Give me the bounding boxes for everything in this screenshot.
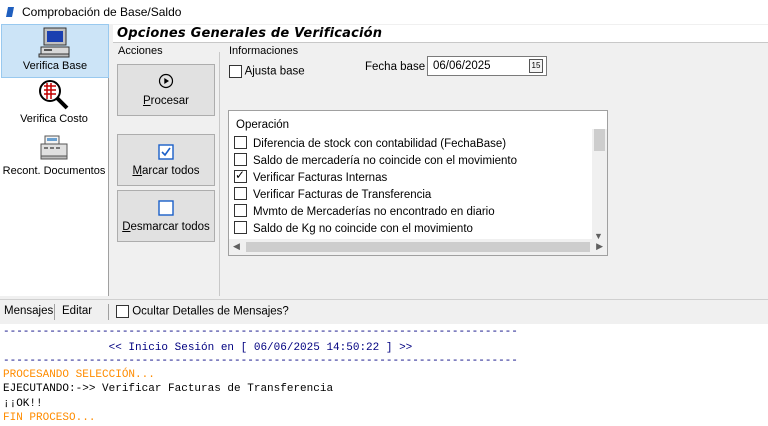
sidebar-item-recont-documentos[interactable]: Recont. Documentos: [1, 130, 107, 180]
console-line: ----------------------------------------…: [3, 355, 518, 367]
operacion-list[interactable]: Operación Diferencia de stock con contab…: [228, 110, 608, 256]
sidebar-item-verifica-costo[interactable]: Verifica Costo: [1, 78, 107, 128]
list-item[interactable]: Saldo de mercadería no coincide con el m…: [234, 153, 517, 167]
list-item[interactable]: Verificar Facturas de Transferencia: [234, 187, 431, 201]
vertical-scrollbar[interactable]: ▼: [592, 129, 607, 241]
fecha-base-value: 06/06/2025: [433, 60, 491, 72]
sidebar: Verifica Base Verifica Costo Recont. Doc…: [0, 24, 109, 296]
checkbox[interactable]: [234, 204, 247, 218]
ocultar-detalles-checkbox[interactable]: Ocultar Detalles de Mensajes?: [116, 305, 289, 318]
checkbox[interactable]: [234, 136, 247, 150]
list-item[interactable]: Verificar Facturas Internas: [234, 168, 387, 184]
chevron-left-icon[interactable]: ◀: [233, 241, 240, 252]
console-line: EJECUTANDO:->> Verificar Facturas de Tra…: [3, 383, 334, 395]
scroll-thumb[interactable]: [594, 129, 605, 151]
fecha-base-field[interactable]: 06/06/2025 15: [427, 56, 547, 76]
checkbox[interactable]: [234, 187, 247, 201]
sidebar-item-verifica-base[interactable]: Verifica Base: [1, 24, 109, 78]
ajusta-base-label: Ajusta base: [244, 65, 305, 78]
marcar-todos-button[interactable]: Marcar todos: [117, 134, 215, 186]
computer-icon: [38, 27, 70, 58]
sidebar-item-label: Recont. Documentos: [2, 165, 106, 177]
operacion-header: Operación: [236, 119, 290, 131]
console-line: PROCESANDO SELECCIÓN...: [3, 369, 155, 381]
console-line: ¡¡OK!!: [3, 398, 43, 410]
app-logo-icon: [6, 7, 14, 17]
divider: [54, 304, 55, 320]
checkbox[interactable]: [234, 221, 247, 235]
message-console: ----------------------------------------…: [0, 324, 768, 426]
checkbox-checked-icon: [158, 144, 174, 160]
section-title: Opciones Generales de Verificación: [117, 26, 383, 41]
window-title: Comprobación de Base/Saldo: [22, 5, 182, 19]
checkbox[interactable]: [229, 65, 242, 78]
desmarcar-todos-button[interactable]: Desmarcar todos: [117, 190, 215, 242]
section-header: Opciones Generales de Verificación: [113, 25, 768, 43]
magnifier-chart-icon: [39, 80, 69, 110]
calendar-icon[interactable]: 15: [529, 59, 543, 73]
sidebar-item-label: Verifica Base: [22, 60, 88, 72]
title-bar: Comprobación de Base/Saldo: [0, 0, 768, 24]
checkbox-empty-icon: [158, 200, 174, 216]
messages-toolbar: Mensajes Editar Ocultar Detalles de Mens…: [0, 299, 768, 324]
play-icon: [158, 73, 174, 89]
divider: [108, 304, 109, 320]
horizontal-scrollbar[interactable]: ◀ ▶: [229, 239, 607, 255]
cash-register-icon: [40, 135, 68, 160]
console-line: FIN PROCESO...: [3, 412, 96, 424]
scroll-thumb[interactable]: [246, 242, 590, 252]
list-item[interactable]: Diferencia de stock con contabilidad (Fe…: [234, 136, 506, 150]
chevron-right-icon[interactable]: ▶: [596, 241, 603, 252]
sidebar-item-label: Verifica Costo: [20, 113, 88, 125]
checkbox[interactable]: [116, 305, 129, 318]
list-item[interactable]: Saldo de Kg no coincide con el movimient…: [234, 221, 473, 235]
console-line: ----------------------------------------…: [3, 326, 518, 338]
editar-menu[interactable]: Editar: [62, 305, 92, 317]
ajusta-base-checkbox[interactable]: Ajusta base: [229, 65, 305, 78]
mensajes-menu[interactable]: Mensajes: [4, 305, 53, 317]
console-line: << Inicio Sesión en [ 06/06/2025 14:50:2…: [3, 342, 413, 354]
checkbox-checked[interactable]: [234, 168, 247, 184]
checkbox[interactable]: [234, 153, 247, 167]
fecha-base-label: Fecha base: [365, 61, 426, 73]
informaciones-label: Informaciones: [229, 45, 299, 57]
list-item[interactable]: Mvmto de Mercaderías no encontrado en di…: [234, 204, 495, 218]
procesar-button[interactable]: Procesar: [117, 64, 215, 116]
